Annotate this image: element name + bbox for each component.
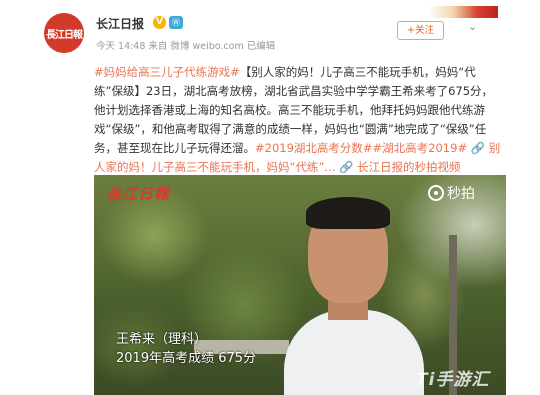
video-caption-name: 王希来（理科） bbox=[116, 332, 208, 347]
header-banner-decoration bbox=[428, 6, 498, 18]
person-hair bbox=[306, 197, 390, 229]
miaopai-logo: 秒拍 bbox=[428, 183, 475, 203]
avatar[interactable]: 長江日報 bbox=[44, 13, 84, 53]
watermark: Ti手游汇 bbox=[416, 370, 490, 390]
post-meta: 今天 14:48 来自 微博 weibo.com 已编辑 bbox=[96, 41, 276, 52]
chevron-down-icon[interactable]: ⌄ bbox=[468, 20, 477, 33]
channel-logo: 長江日報 bbox=[106, 185, 171, 203]
video-caption-score: 2019年高考成绩 675分 bbox=[116, 351, 257, 366]
hashtag-link[interactable]: #2019湖北高考分数##湖北高考2019# bbox=[255, 141, 467, 155]
video-source-link[interactable]: 🔗 长江日报的秒拍视频 bbox=[339, 160, 460, 174]
post-text: #妈妈给高三儿子代练游戏#【别人家的妈！儿子高三不能玩手机，妈妈“代练”保级】2… bbox=[94, 63, 504, 176]
miaopai-icon bbox=[428, 185, 444, 201]
follow-button[interactable]: +关注 bbox=[397, 21, 444, 40]
video-player[interactable]: 長江日報 秒拍 王希来（理科） 2019年高考成绩 675分 Ti手游汇 bbox=[94, 175, 506, 395]
weibo-post: 長江日報 长江日报 V Ⓦ 今天 14:48 来自 微博 weibo.com 已… bbox=[0, 0, 540, 395]
weibo-member-icon: Ⓦ bbox=[169, 16, 183, 29]
miaopai-label: 秒拍 bbox=[447, 186, 475, 202]
author-name[interactable]: 长江日报 bbox=[96, 15, 144, 32]
hashtag-link[interactable]: #妈妈给高三儿子代练游戏# bbox=[94, 65, 240, 79]
verified-icon: V bbox=[153, 16, 166, 29]
